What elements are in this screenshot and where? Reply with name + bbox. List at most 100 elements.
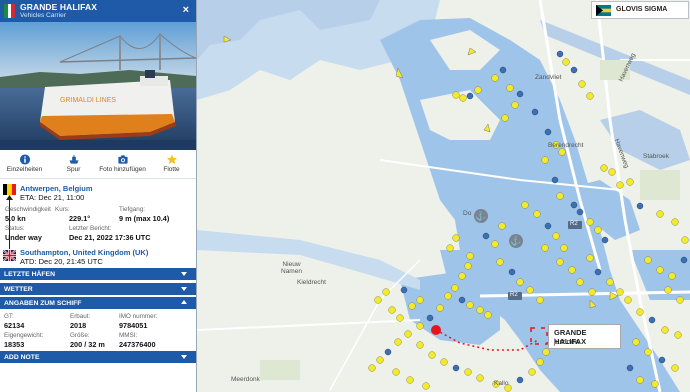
vessel-marker[interactable]: [651, 380, 659, 388]
vessel-marker[interactable]: [376, 356, 384, 364]
close-icon[interactable]: ×: [183, 4, 189, 16]
vessel-marker[interactable]: [511, 101, 519, 109]
vessel-marker[interactable]: [608, 168, 616, 176]
vessel-marker[interactable]: [671, 218, 679, 226]
vessel-marker[interactable]: [474, 86, 482, 94]
origin-place[interactable]: Southampton, United Kingdom (UK): [20, 248, 148, 257]
vessel-marker[interactable]: [541, 244, 549, 252]
vessel-marker[interactable]: [551, 176, 559, 184]
vessel-marker[interactable]: [601, 236, 609, 244]
vessel-marker[interactable]: [466, 92, 474, 100]
vessel-marker[interactable]: [482, 232, 490, 240]
vessel-marker[interactable]: [436, 304, 444, 312]
vessel-marker[interactable]: [392, 368, 400, 376]
vessel-marker[interactable]: [556, 192, 564, 200]
vessel-marker[interactable]: [644, 256, 652, 264]
vessel-marker[interactable]: [416, 341, 424, 349]
vessel-marker[interactable]: [544, 222, 552, 230]
vessel-marker[interactable]: [428, 351, 436, 359]
vessel-marker[interactable]: [464, 262, 472, 270]
vessel-marker[interactable]: [416, 322, 424, 330]
section-last-ports[interactable]: LETZTE HÄFEN: [0, 268, 196, 281]
vessel-marker[interactable]: [491, 74, 499, 82]
vessel-marker[interactable]: [674, 331, 682, 339]
vessel-marker[interactable]: [506, 84, 514, 92]
vessel-marker[interactable]: [396, 314, 404, 322]
vessel-marker[interactable]: [570, 201, 578, 209]
vessel-marker[interactable]: [668, 272, 676, 280]
vessel-marker[interactable]: [422, 382, 430, 390]
vessel-marker[interactable]: [452, 91, 460, 99]
vessel-marker[interactable]: [632, 338, 640, 346]
vessel-marker[interactable]: [664, 286, 672, 294]
vessel-marker[interactable]: [484, 311, 492, 319]
vessel-marker[interactable]: [588, 288, 596, 296]
vessel-marker[interactable]: [594, 226, 602, 234]
vessel-marker[interactable]: [541, 156, 549, 164]
vessel-marker[interactable]: [426, 314, 434, 322]
toolbar-details[interactable]: Einzelheiten: [0, 151, 49, 178]
vessel-marker[interactable]: [416, 296, 424, 304]
vessel-marker[interactable]: [586, 254, 594, 262]
vessel-marker[interactable]: [516, 90, 524, 98]
destination-place[interactable]: Antwerpen, Belgium: [20, 184, 93, 193]
vessel-marker[interactable]: [626, 178, 634, 186]
vessel-marker[interactable]: [544, 128, 552, 136]
vessel-marker[interactable]: [499, 66, 507, 74]
vessel-marker[interactable]: [671, 364, 679, 372]
vessel-marker[interactable]: [600, 164, 608, 172]
toolbar-track[interactable]: Spur: [49, 151, 98, 178]
target-vessel-badge[interactable]: GLOVIS SIGMA: [591, 1, 689, 19]
vessel-marker[interactable]: [594, 268, 602, 276]
vessel-marker[interactable]: [476, 374, 484, 382]
vessel-marker[interactable]: [556, 50, 564, 58]
vessel-marker[interactable]: [676, 296, 684, 304]
vessel-marker[interactable]: [576, 278, 584, 286]
toolbar-add-photo[interactable]: Foto hinzufügen: [98, 151, 147, 178]
vessel-marker[interactable]: [552, 232, 560, 240]
vessel-marker[interactable]: [458, 296, 466, 304]
vessel-marker[interactable]: [680, 256, 688, 264]
vessel-marker[interactable]: [624, 296, 632, 304]
vessel-marker[interactable]: [368, 364, 376, 372]
vessel-marker[interactable]: [516, 278, 524, 286]
vessel-marker[interactable]: [626, 364, 634, 372]
vessel-marker[interactable]: [578, 80, 586, 88]
vessel-marker[interactable]: [459, 94, 467, 102]
vessel-marker[interactable]: [586, 92, 594, 100]
vessel-marker[interactable]: [560, 244, 568, 252]
vessel-marker[interactable]: [458, 272, 466, 280]
vessel-marker[interactable]: [498, 222, 506, 230]
vessel-marker[interactable]: [444, 292, 452, 300]
vessel-marker[interactable]: [531, 108, 539, 116]
vessel-marker[interactable]: [440, 358, 448, 366]
vessel-marker[interactable]: [568, 266, 576, 274]
vessel-marker[interactable]: [388, 306, 396, 314]
vessel-marker[interactable]: [636, 376, 644, 384]
vessel-marker[interactable]: [528, 368, 536, 376]
vessel-marker[interactable]: [616, 181, 624, 189]
section-ship-details[interactable]: ANGABEN ZUM SCHIFF: [0, 297, 196, 310]
vessel-marker[interactable]: [681, 236, 689, 244]
section-weather[interactable]: WETTER: [0, 283, 196, 296]
vessel-marker[interactable]: [606, 278, 614, 286]
vessel-marker[interactable]: [648, 316, 656, 324]
vessel-marker[interactable]: [452, 234, 460, 242]
vessel-marker[interactable]: [656, 266, 664, 274]
vessel-marker[interactable]: [521, 201, 529, 209]
vessel-marker[interactable]: [496, 258, 504, 266]
vessel-marker[interactable]: [562, 58, 570, 66]
vessel-marker[interactable]: [644, 348, 652, 356]
vessel-marker[interactable]: [556, 258, 564, 266]
vessel-marker[interactable]: [636, 202, 644, 210]
vessel-marker[interactable]: [636, 308, 644, 316]
vessel-marker[interactable]: [501, 114, 509, 122]
vessel-marker[interactable]: [586, 218, 594, 226]
vessel-marker[interactable]: [576, 208, 584, 216]
vessel-marker[interactable]: [570, 66, 578, 74]
vessel-marker[interactable]: [661, 326, 669, 334]
vessel-marker[interactable]: [656, 210, 664, 218]
vessel-marker[interactable]: [536, 296, 544, 304]
vessel-marker[interactable]: [382, 288, 390, 296]
vessel-marker[interactable]: [658, 356, 666, 364]
